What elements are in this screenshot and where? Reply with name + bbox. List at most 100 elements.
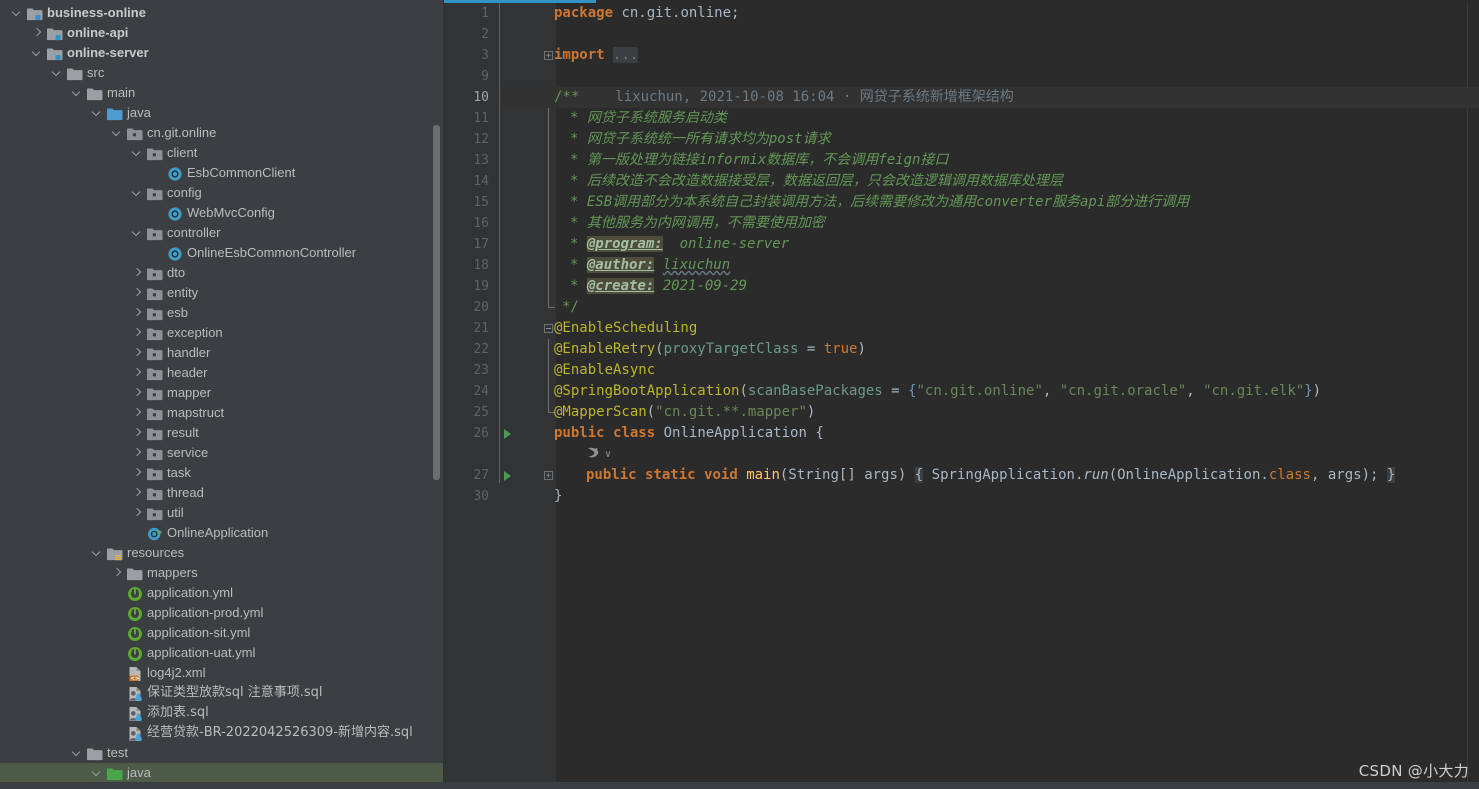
- tree-row[interactable]: java: [0, 103, 444, 123]
- chevron-right-icon[interactable]: [130, 303, 145, 323]
- tree-row[interactable]: mapstruct: [0, 403, 444, 423]
- code-line[interactable]: * @program: online-server: [500, 234, 1479, 255]
- sidebar-scrollbar[interactable]: [433, 125, 440, 480]
- tree-row[interactable]: exception: [0, 323, 444, 343]
- tree-row[interactable]: header: [0, 363, 444, 383]
- folded-body-close-brace[interactable]: }: [1386, 467, 1396, 483]
- spring-bean-inlay-row[interactable]: ∨: [500, 444, 1479, 465]
- tree-row[interactable]: cn.git.online: [0, 123, 444, 143]
- tree-row[interactable]: task: [0, 463, 444, 483]
- chevron-right-icon[interactable]: [130, 483, 145, 503]
- tree-row[interactable]: src: [0, 63, 444, 83]
- chevron-right-icon[interactable]: [130, 263, 145, 283]
- tree-row[interactable]: application-uat.yml: [0, 643, 444, 663]
- code-line[interactable]: [500, 66, 1479, 87]
- tree-row[interactable]: entity: [0, 283, 444, 303]
- tree-row[interactable]: WebMvcConfig: [0, 203, 444, 223]
- tree-row[interactable]: util: [0, 503, 444, 523]
- chevron-right-icon[interactable]: [130, 283, 145, 303]
- tree-row[interactable]: online-api: [0, 23, 444, 43]
- code-line[interactable]: }: [500, 486, 1479, 507]
- tree-row[interactable]: application-sit.yml: [0, 623, 444, 643]
- chevron-right-icon[interactable]: [110, 563, 125, 583]
- tree-row[interactable]: <> log4j2.xml: [0, 663, 444, 683]
- chevron-right-icon[interactable]: [130, 403, 145, 423]
- chevron-down-icon[interactable]: [130, 143, 145, 163]
- code-line-current[interactable]: /** lixuchun, 2021-10-08 16:04 · 网贷子系统新增框…: [500, 87, 1479, 108]
- code-line[interactable]: package cn.git.online;: [500, 3, 1479, 24]
- chevron-down-icon[interactable]: [70, 83, 85, 103]
- chevron-right-icon[interactable]: [130, 363, 145, 383]
- tree-row[interactable]: online-server: [0, 43, 444, 63]
- tree-row[interactable]: esb: [0, 303, 444, 323]
- tree-row[interactable]: 经营贷款-BR-2022042526309-新增内容.sql: [0, 723, 444, 743]
- tree-row[interactable]: OnlineEsbCommonController: [0, 243, 444, 263]
- tree-row[interactable]: test: [0, 743, 444, 763]
- chevron-down-icon[interactable]: [90, 103, 105, 123]
- code-line[interactable]: * 网贷子系统服务启动类: [500, 108, 1479, 129]
- code-line[interactable]: * 后续改造不会改造数据接受层，数据返回层，只会改造逻辑调用数据库处理层: [500, 171, 1479, 192]
- chevron-down-icon[interactable]: [90, 543, 105, 563]
- code-line[interactable]: * 第一版处理为链接informix数据库，不会调用feign接口: [500, 150, 1479, 171]
- chevron-right-icon[interactable]: [130, 343, 145, 363]
- chevron-down-icon[interactable]: [130, 223, 145, 243]
- code-line[interactable]: * @create: 2021-09-29: [500, 276, 1479, 297]
- code-content[interactable]: package cn.git.online; import ... /** lix…: [500, 3, 1479, 789]
- code-line[interactable]: @SpringBootApplication(scanBasePackages …: [500, 381, 1479, 402]
- code-line[interactable]: * 网贷子系统统一所有请求均为post请求: [500, 129, 1479, 150]
- chevron-right-icon[interactable]: [30, 23, 45, 43]
- chevron-down-icon[interactable]: [110, 123, 125, 143]
- tree-row[interactable]: controller: [0, 223, 444, 243]
- code-line[interactable]: public static void main(String[] args) {…: [500, 465, 1479, 486]
- tree-row[interactable]: mappers: [0, 563, 444, 583]
- chevron-down-icon[interactable]: [90, 763, 105, 783]
- project-tree[interactable]: business-online online-api online-server sr…: [0, 0, 444, 783]
- editor-scrollbar[interactable]: [1467, 3, 1479, 789]
- inlay-chevron-down-icon[interactable]: ∨: [605, 444, 611, 465]
- code-line[interactable]: [500, 24, 1479, 45]
- tree-row[interactable]: config: [0, 183, 444, 203]
- folded-imports-placeholder[interactable]: ...: [613, 47, 639, 63]
- chevron-down-icon[interactable]: [10, 3, 25, 23]
- tree-row[interactable]: 保证类型放款sql 注意事项.sql: [0, 683, 444, 703]
- folded-body-open-brace[interactable]: {: [914, 467, 924, 483]
- chevron-right-icon[interactable]: [130, 423, 145, 443]
- tree-row[interactable]: main: [0, 83, 444, 103]
- code-line[interactable]: public class OnlineApplication {: [500, 423, 1479, 444]
- tree-row[interactable]: result: [0, 423, 444, 443]
- tree-row[interactable]: service: [0, 443, 444, 463]
- code-line[interactable]: @EnableAsync: [500, 360, 1479, 381]
- code-line[interactable]: @EnableScheduling: [500, 318, 1479, 339]
- code-line[interactable]: */: [500, 297, 1479, 318]
- chevron-right-icon[interactable]: [130, 463, 145, 483]
- tree-row[interactable]: application.yml: [0, 583, 444, 603]
- chevron-right-icon[interactable]: [130, 503, 145, 523]
- tree-row[interactable]: handler: [0, 343, 444, 363]
- editor-pane[interactable]: 1 2 3 9 10 11 12 13 14 15 16 17 18 19 20 21 22 23 24 25 26 27…: [444, 0, 1479, 789]
- code-line[interactable]: * @author: lixuchun: [500, 255, 1479, 276]
- project-tool-window[interactable]: business-online online-api online-server sr…: [0, 0, 444, 789]
- chevron-down-icon[interactable]: [70, 743, 85, 763]
- code-line[interactable]: * 其他服务为内网调用，不需要使用加密: [500, 213, 1479, 234]
- code-line[interactable]: @MapperScan("cn.git.**.mapper"): [500, 402, 1479, 423]
- tree-row[interactable]: mapper: [0, 383, 444, 403]
- tree-row[interactable]: resources: [0, 543, 444, 563]
- code-line[interactable]: * ESB调用部分为本系统自己封装调用方法，后续需要修改为通用converter…: [500, 192, 1479, 213]
- chevron-down-icon[interactable]: [30, 43, 45, 63]
- tree-row[interactable]: EsbCommonClient: [0, 163, 444, 183]
- chevron-down-icon[interactable]: [130, 183, 145, 203]
- chevron-right-icon[interactable]: [130, 323, 145, 343]
- tree-row[interactable]: client: [0, 143, 444, 163]
- tree-row-selected[interactable]: java: [0, 763, 444, 783]
- tree-row[interactable]: business-online: [0, 3, 444, 23]
- tree-row[interactable]: thread: [0, 483, 444, 503]
- chevron-down-icon[interactable]: [50, 63, 65, 83]
- tree-row[interactable]: OnlineApplication: [0, 523, 444, 543]
- tree-row[interactable]: dto: [0, 263, 444, 283]
- chevron-right-icon[interactable]: [130, 383, 145, 403]
- tree-row[interactable]: application-prod.yml: [0, 603, 444, 623]
- code-line[interactable]: @EnableRetry(proxyTargetClass = true): [500, 339, 1479, 360]
- chevron-right-icon[interactable]: [130, 443, 145, 463]
- code-line[interactable]: import ...: [500, 45, 1479, 66]
- tree-row[interactable]: 添加表.sql: [0, 703, 444, 723]
